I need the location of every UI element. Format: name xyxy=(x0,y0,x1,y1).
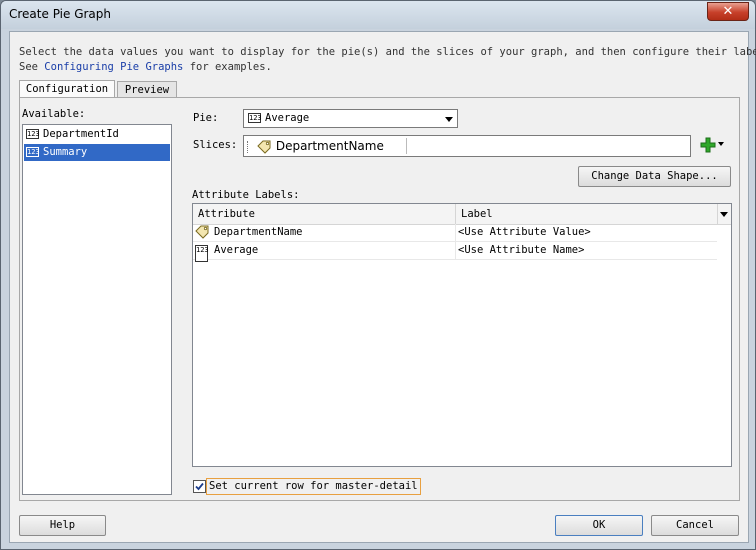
checkmark-icon xyxy=(195,482,204,491)
help-button[interactable]: Help xyxy=(19,515,106,536)
dialog-body: Select the data values you want to displ… xyxy=(9,31,756,543)
slices-label: Slices: xyxy=(193,139,238,151)
column-menu-icon[interactable] xyxy=(717,204,731,224)
attribute-labels-label: Attribute Labels: xyxy=(192,189,300,201)
column-divider xyxy=(455,242,456,259)
tag-icon xyxy=(195,225,209,239)
number-icon: 123 xyxy=(26,129,40,139)
list-item-departmentid[interactable]: 123 DepartmentId xyxy=(24,126,170,143)
intro-line-2: See Configuring Pie Graphs for examples. xyxy=(19,60,756,75)
configuring-pie-graphs-link[interactable]: Configuring Pie Graphs xyxy=(44,61,183,73)
attribute-cell: DepartmentName xyxy=(214,226,303,238)
intro-text: Select the data values you want to displ… xyxy=(19,45,756,75)
dialog-title: Create Pie Graph xyxy=(9,7,111,21)
title-bar: Create Pie Graph ✕ xyxy=(1,1,755,29)
intro-see: See xyxy=(19,61,45,73)
label-cell[interactable]: <Use Attribute Name> xyxy=(458,242,584,259)
cancel-button[interactable]: Cancel xyxy=(651,515,739,536)
table-header: Attribute Label xyxy=(193,204,731,225)
list-item-label: DepartmentId xyxy=(43,128,119,140)
slices-field[interactable]: DepartmentName xyxy=(243,135,691,157)
intro-suffix: for examples. xyxy=(183,61,272,73)
number-icon: 123 xyxy=(26,147,40,157)
master-detail-label[interactable]: Set current row for master-detail xyxy=(206,478,421,495)
available-label: Available: xyxy=(22,108,86,120)
add-icon[interactable] xyxy=(700,136,716,154)
tab-preview[interactable]: Preview xyxy=(117,81,177,98)
close-icon: ✕ xyxy=(722,4,734,19)
chevron-down-icon xyxy=(445,117,453,122)
label-cell[interactable]: <Use Attribute Value> xyxy=(458,224,591,241)
slice-chip-departmentname[interactable]: DepartmentName xyxy=(247,138,407,154)
attribute-labels-table: Attribute Label DepartmentName <Use Attr… xyxy=(192,203,732,467)
change-data-shape-button[interactable]: Change Data Shape... xyxy=(578,166,731,187)
column-header-attribute[interactable]: Attribute xyxy=(193,204,455,224)
pie-select[interactable]: 123 Average xyxy=(243,109,458,128)
intro-line-1: Select the data values you want to displ… xyxy=(19,46,756,58)
tag-icon xyxy=(257,140,271,154)
number-icon: 123 xyxy=(248,113,262,123)
table-row[interactable]: DepartmentName <Use Attribute Value> xyxy=(193,224,717,242)
create-pie-graph-dialog: Create Pie Graph ✕ Select the data value… xyxy=(0,0,756,550)
master-detail-checkbox[interactable] xyxy=(193,480,206,493)
ok-button[interactable]: OK xyxy=(555,515,643,536)
drag-handle-icon[interactable] xyxy=(247,140,251,153)
list-item-label: Summary xyxy=(43,146,88,158)
number-icon: 123 xyxy=(195,245,209,262)
attribute-cell: Average xyxy=(214,244,259,256)
list-item-summary[interactable]: 123 Summary xyxy=(24,144,170,161)
table-row[interactable]: 123 Average <Use Attribute Name> xyxy=(193,242,717,262)
slice-chip-label: DepartmentName xyxy=(275,139,384,153)
tab-configuration[interactable]: Configuration xyxy=(19,80,115,98)
pie-value: Average xyxy=(265,112,310,124)
column-header-label[interactable]: Label xyxy=(456,204,716,224)
available-list[interactable]: 123 DepartmentId 123 Summary xyxy=(22,124,172,495)
pie-label: Pie: xyxy=(193,112,219,124)
add-dropdown-icon[interactable] xyxy=(718,142,724,146)
column-divider xyxy=(455,224,456,241)
close-button[interactable]: ✕ xyxy=(707,2,749,21)
